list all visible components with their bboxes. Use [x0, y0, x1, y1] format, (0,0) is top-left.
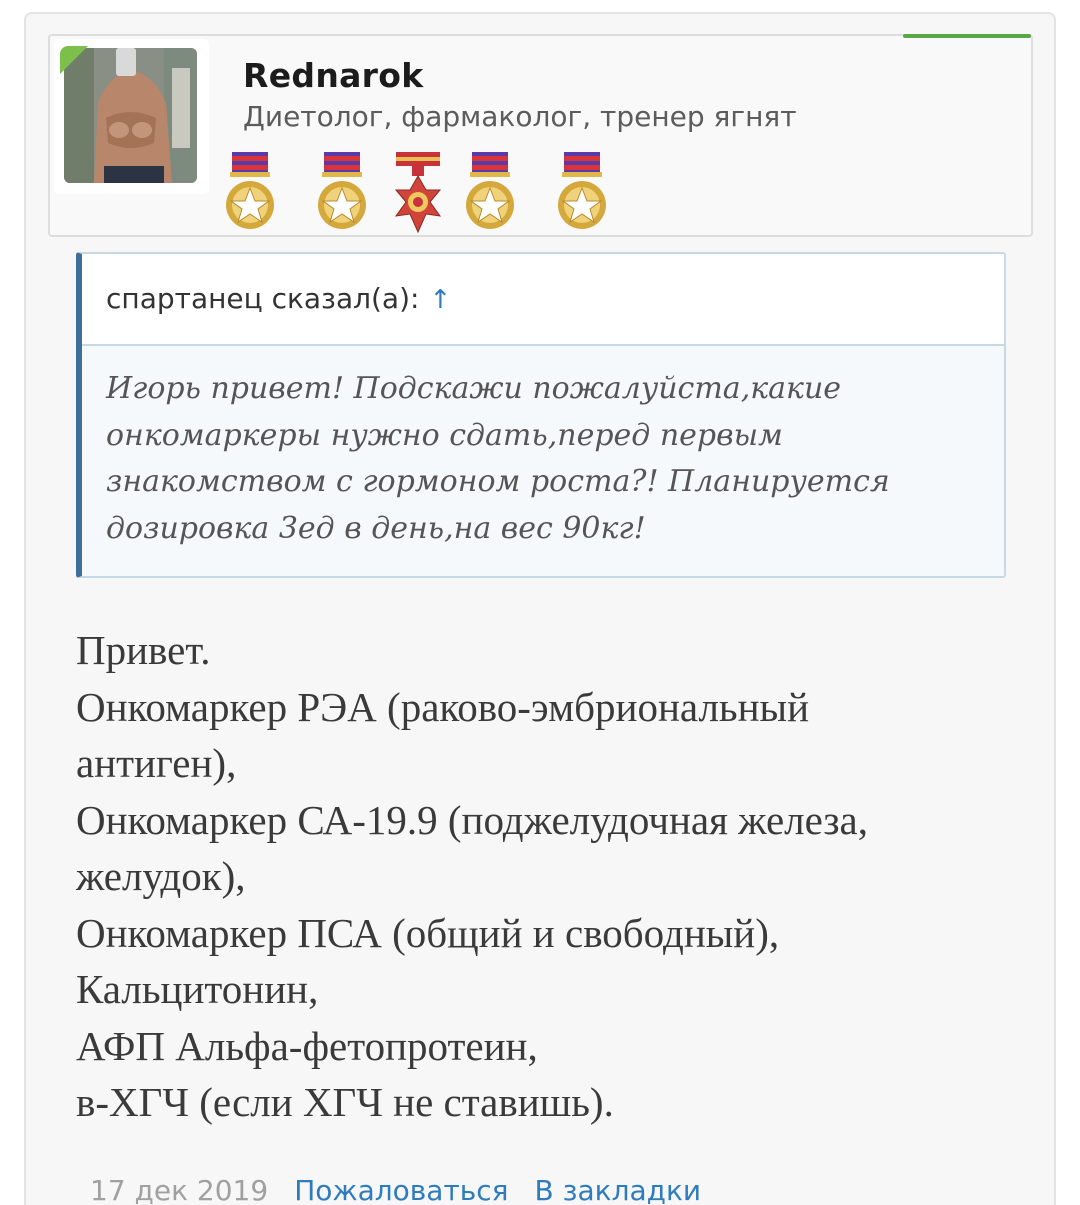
gold-star-medal-icon	[318, 152, 366, 229]
message-line: АФП Альфа-фетопротеин,	[76, 1022, 538, 1069]
quote-line: Игорь привет! Подскажи пожалуйста,какие	[106, 371, 842, 406]
message-line: Кальцитонин,	[76, 966, 319, 1012]
message-line: антиген),	[76, 740, 237, 786]
jump-to-quote-icon[interactable]: ↑	[429, 285, 451, 315]
quote-line: онкомаркеры нужно сдать,перед первым	[106, 417, 783, 453]
quote-block: спартанец сказал(а): ↑ Игорь привет! Подс…	[76, 252, 1006, 578]
message-line: Онкомаркер ПСА (общий и свободный),	[76, 909, 780, 956]
gold-star-medal-icon	[226, 152, 274, 229]
post-footer: 17 дек 2019 Пожаловаться В закладки	[90, 1174, 701, 1205]
report-link[interactable]: Пожаловаться	[294, 1174, 508, 1205]
page: Rednarok Диетолог, фармаколог, тренер яг…	[0, 0, 1080, 1205]
message-line: Привет.	[76, 627, 211, 673]
order-cross-medal-icon	[394, 152, 442, 234]
card-accent-bar	[903, 34, 1031, 38]
bookmark-link[interactable]: В закладки	[535, 1174, 702, 1205]
quote-header: спартанец сказал(а): ↑	[82, 254, 1004, 346]
online-indicator	[60, 46, 88, 74]
quote-text: Игорь привет! Подскажи пожалуйста,какие …	[106, 366, 986, 552]
message-line: в-ХГЧ (если ХГЧ не ставишь).	[76, 1079, 614, 1125]
message-line: желудок),	[76, 853, 246, 899]
quote-line: дозировка 3ед в день,на вес 90кг!	[106, 510, 646, 546]
message-line: Онкомаркер РЭА (раково-эмбриональный	[76, 683, 810, 730]
message-line: Онкомаркер СА-19.9 (поджелудочная железа…	[76, 796, 868, 843]
user-title: Диетолог, фармаколог, тренер ягнят	[243, 100, 797, 133]
quote-line: знакомством с гормоном роста?! Планирует…	[106, 464, 890, 499]
post-date[interactable]: 17 дек 2019	[90, 1174, 268, 1205]
quote-author: спартанец сказал(а): ↑	[106, 282, 451, 315]
gold-star-medal-icon	[466, 152, 514, 229]
username[interactable]: Rednarok	[243, 56, 423, 95]
quote-author-label: спартанец сказал(а):	[106, 282, 420, 315]
message-body: Привет. Онкомаркер РЭА (раково-эмбрионал…	[76, 622, 1036, 1131]
gold-star-medal-icon	[558, 152, 606, 229]
